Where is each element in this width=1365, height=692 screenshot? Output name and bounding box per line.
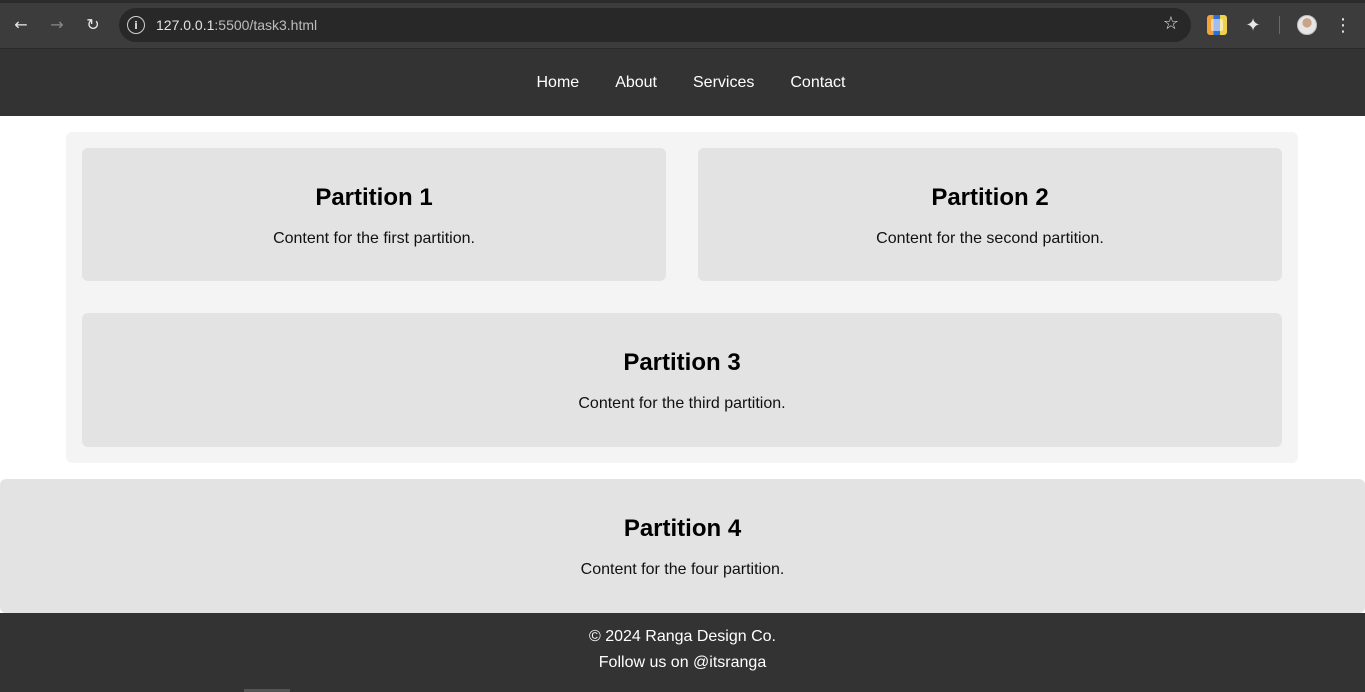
back-arrow-icon[interactable]: ← [9, 12, 33, 36]
partition-text: Content for the first partition. [273, 230, 475, 247]
partition-3: Partition 3 Content for the third partit… [82, 313, 1282, 447]
avatar[interactable] [1297, 15, 1317, 35]
partition-container: Partition 1 Content for the first partit… [66, 132, 1298, 463]
partition-title: Partition 4 [623, 515, 742, 542]
partition-title: Partition 3 [623, 349, 741, 376]
nav-link-about[interactable]: About [615, 74, 657, 92]
nav-link-home[interactable]: Home [537, 74, 580, 92]
partition-1: Partition 1 Content for the first partit… [82, 148, 666, 281]
url-text[interactable]: 127.0.0.1:5500/task3.html [156, 17, 317, 33]
site-footer: © 2024 Ranga Design Co. Follow us on @it… [0, 613, 1365, 692]
partition-text: Content for the second partition. [876, 230, 1104, 247]
info-icon[interactable]: i [127, 16, 145, 34]
tab-strip-edge [0, 0, 1365, 3]
partition-text: Content for the four partition. [580, 561, 785, 578]
partition-text: Content for the third partition. [578, 395, 786, 412]
extension-icon[interactable] [1207, 15, 1227, 35]
main-nav: Home About Services Contact [537, 74, 846, 92]
address-bar[interactable]: i 127.0.0.1:5500/task3.html ☆ [119, 8, 1191, 42]
nav-link-contact[interactable]: Contact [790, 74, 845, 92]
partition-2: Partition 2 Content for the second parti… [698, 148, 1282, 281]
site-header: Home About Services Contact [0, 49, 1365, 116]
toolbar-divider [1279, 16, 1280, 34]
star-icon[interactable]: ☆ [1163, 13, 1179, 34]
url-path: :5500/task3.html [214, 17, 318, 33]
reload-icon[interactable]: ↻ [81, 12, 105, 36]
partition-title: Partition 2 [931, 184, 1049, 211]
footer-copyright: © 2024 Ranga Design Co. [588, 628, 776, 645]
forward-arrow-icon[interactable]: → [45, 12, 69, 36]
kebab-menu-icon[interactable]: ⋮ [1333, 13, 1353, 37]
browser-toolbar: ← → ↻ i 127.0.0.1:5500/task3.html ☆ ✦ ⋮ [0, 0, 1365, 49]
puzzle-icon[interactable]: ✦ [1243, 15, 1263, 36]
footer-follow: Follow us on @itsranga [598, 654, 767, 671]
url-host: 127.0.0.1 [156, 17, 215, 33]
partition-4: Partition 4 Content for the four partiti… [0, 479, 1365, 613]
partition-title: Partition 1 [315, 184, 433, 211]
nav-link-services[interactable]: Services [693, 74, 754, 92]
